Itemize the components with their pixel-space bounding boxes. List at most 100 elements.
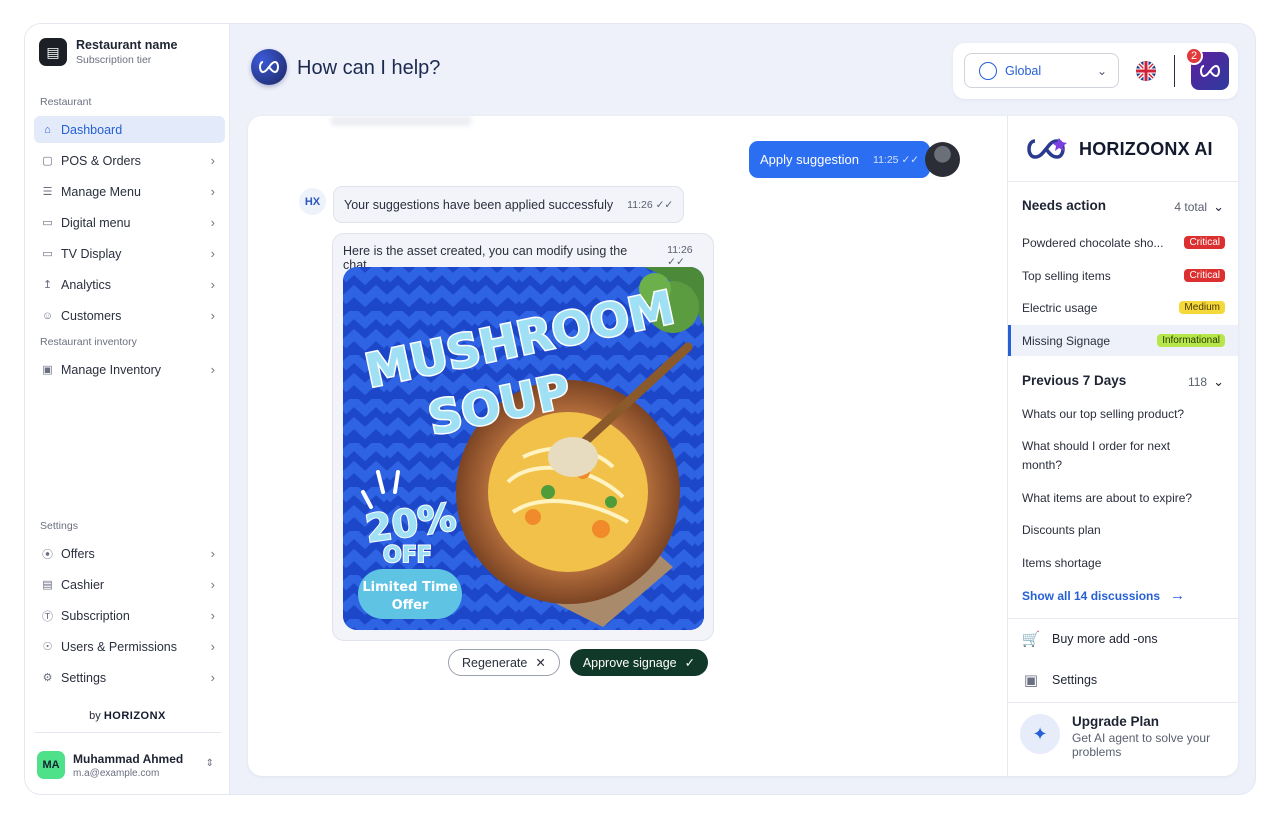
user-menu[interactable]: MA Muhammad Ahmed m.a@example.com ⇕ [37,751,222,779]
alert-item[interactable]: Top selling items Critical [1008,260,1238,291]
chevron-right-icon: › [210,246,215,261]
subscription-tier: Subscription tier [76,54,152,66]
restaurant-logo-icon: ▤ [39,38,67,66]
asset-actions: Regenerate ✕ Approve signage ✓ [448,649,709,676]
restaurant-name: Restaurant name [76,38,178,52]
horizonx-wordmark: HORIZONX [103,710,166,722]
powered-by: by HORIZONX [25,710,230,722]
sidebar-item-analytics[interactable]: ↥ Analytics › [34,271,225,298]
user-name: Muhammad Ahmed [73,751,184,766]
chevron-right-icon: › [210,184,215,199]
buy-addons-label: Buy more add -ons [1052,632,1158,646]
poster-graphic: MUSHROOM SOUP 20% OFF Limited Time Offer [343,267,704,630]
section-label-restaurant: Restaurant [40,96,92,108]
restaurant-switcher[interactable]: ▤ Restaurant name Subscription tier [39,38,177,66]
poster-offer-line2: Offer [392,598,429,613]
buy-addons-link[interactable]: 🛒 Buy more add -ons [1022,630,1158,648]
sidebar-item-customers[interactable]: ☺ Customers › [34,302,225,329]
needs-action-toggle[interactable]: 4 total ⌄ [1174,199,1224,215]
history-item[interactable]: Whats our top selling product? [1022,405,1222,424]
home-icon: ⌂ [44,123,51,136]
chevron-down-icon: ⌄ [1213,374,1224,389]
bot-avatar: HX [299,188,326,215]
header-tools: Global ⌄ 2 [953,43,1238,99]
assistant-logo-icon [251,49,287,85]
sidebar-item-pos-orders[interactable]: ▢ POS & Orders › [34,147,225,174]
history-item[interactable]: Items shortage [1022,554,1222,573]
status-badge: Critical [1184,269,1225,282]
poster-offer-line1: Limited Time [362,580,457,595]
sidebar-item-label: Dashboard [61,122,123,137]
infinity-logo-icon [259,60,279,74]
ai-brand-title: HORIZOONX AI [1079,138,1213,159]
previous-days-toggle[interactable]: 118 ⌄ [1188,374,1224,390]
ai-panel: HORIZOONX AI Needs action 4 total ⌄ Powd… [1007,116,1238,776]
sidebar-item-label: Subscription [61,608,130,623]
message-time: 11:26 ✓✓ [627,199,673,211]
sidebar-item-manage-menu[interactable]: ☰ Manage Menu › [34,178,225,205]
history-item[interactable]: What should I order for next month? [1022,437,1197,475]
sidebar-item-digital-menu[interactable]: ▭ Digital menu › [34,209,225,236]
sidebar: ▤ Restaurant name Subscription tier Rest… [25,24,230,794]
upgrade-title: Upgrade Plan [1072,714,1160,729]
regenerate-button[interactable]: Regenerate ✕ [448,649,560,676]
user-permission-icon: ☉ [42,641,53,653]
upgrade-plan-card[interactable]: ✦ Upgrade Plan Get AI agent to solve you… [1020,714,1222,759]
sidebar-item-label: Manage Menu [61,184,141,199]
user-message: Apply suggestion 11:25 ✓✓ [749,141,931,178]
needs-action-title: Needs action [1022,198,1107,213]
panel-settings-label: Settings [1052,673,1098,687]
sidebar-item-label: Analytics [61,277,112,292]
tv-icon: ▭ [42,248,53,260]
alert-label: Electric usage [1022,300,1098,315]
panel-divider [1008,618,1238,619]
menu-icon: ☰ [42,186,53,198]
section-label-inventory: Restaurant inventory [40,336,137,348]
poster-discount-off: OFF [383,543,432,568]
approve-signage-button[interactable]: Approve signage ✓ [569,649,709,676]
show-all-discussions-link[interactable]: Show all 14 discussions → [1022,587,1185,604]
sidebar-item-label: TV Display [61,246,122,261]
sidebar-item-label: Cashier [61,577,105,592]
sidebar-item-dashboard[interactable]: ⌂ Dashboard [34,116,225,143]
panel-settings-link[interactable]: ▣ Settings [1022,671,1097,689]
chevron-right-icon: › [210,577,215,592]
horizoonx-logo-icon [1027,138,1067,159]
sidebar-item-users-permissions[interactable]: ☉ Users & Permissions › [34,633,225,660]
avatar: MA [37,751,65,779]
sidebar-item-tv-display[interactable]: ▭ TV Display › [34,240,225,267]
status-badge: Informational [1157,334,1225,347]
upgrade-description: Get AI agent to solve your problems [1072,731,1211,759]
chevron-right-icon: › [210,546,215,561]
uk-flag-graphic [1136,61,1156,81]
sidebar-item-label: Offers [61,546,95,561]
alert-item[interactable]: Missing Signage Informational [1008,325,1238,356]
region-select[interactable]: Global ⌄ [964,53,1119,88]
history-item[interactable]: Discounts plan [1022,521,1222,540]
alert-label: Powdered chocolate sho... [1022,235,1164,250]
sidebar-item-manage-inventory[interactable]: ▣ Manage Inventory › [34,356,225,383]
read-check-icon: ✓✓ [901,153,920,166]
bot-message: Your suggestions have been applied succe… [333,186,685,223]
sidebar-item-cashier[interactable]: ▤ Cashier › [34,571,225,598]
chevron-right-icon: › [210,608,215,623]
globe-icon [979,61,997,80]
check-icon: ✓ [684,656,696,670]
notification-badge: 2 [1185,47,1203,65]
user-message-text: Apply suggestion [760,152,860,167]
sidebar-item-subscription[interactable]: Ⓣ Subscription › [34,602,225,629]
sidebar-item-settings[interactable]: ⚙ Settings › [34,664,225,691]
alert-item[interactable]: Electric usage Medium [1008,292,1238,323]
infinity-logo-icon [1200,64,1220,78]
signage-poster-image[interactable]: MUSHROOM SOUP 20% OFF Limited Time Offer [343,267,704,630]
regenerate-label: Regenerate [462,655,528,670]
users-icon: ☺ [41,309,54,322]
chevron-right-icon: › [210,670,215,685]
user-message-time: 11:25 [873,153,899,166]
uk-flag-icon[interactable] [1136,61,1156,81]
approve-label: Approve signage [582,655,677,670]
chevron-right-icon: › [210,362,215,377]
sidebar-item-offers[interactable]: ⦿ Offers › [34,540,225,567]
alert-item[interactable]: Powdered chocolate sho... Critical [1008,227,1238,258]
history-item[interactable]: What items are about to expire? [1022,489,1222,508]
